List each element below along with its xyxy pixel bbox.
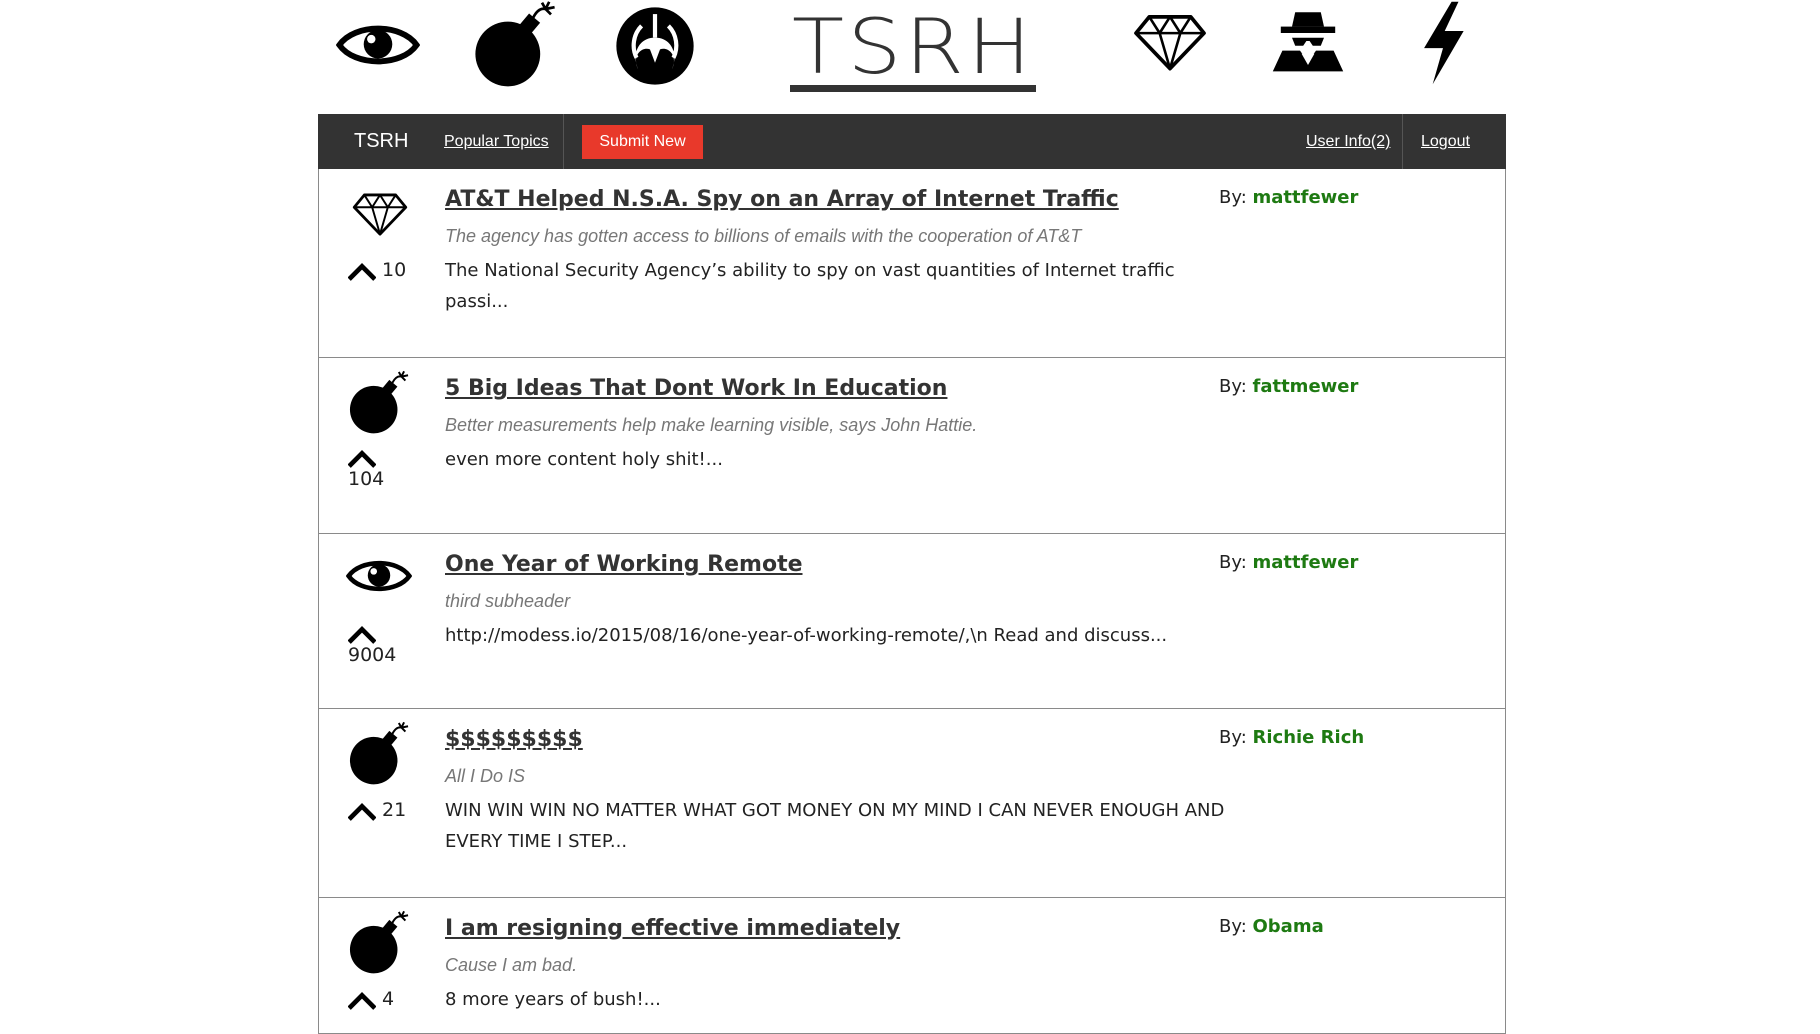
navbar-brand[interactable]: TSRH (354, 130, 408, 153)
author-link[interactable]: Richie Rich (1253, 727, 1365, 748)
upvote-arrow-icon[interactable] (348, 801, 376, 821)
post-item: 4 I am resigning effective immediately C… (318, 898, 1506, 1028)
spy-icon (1268, 8, 1348, 74)
vote-count: 10 (382, 259, 407, 281)
author-link[interactable]: Obama (1253, 916, 1324, 937)
by-label: By: (1219, 376, 1247, 397)
vote-control: 4 (348, 988, 394, 1010)
vote-count: 9004 (348, 644, 397, 666)
user-info-link[interactable]: User Info(2) (1306, 133, 1390, 151)
vote-control: 104 (348, 448, 384, 490)
author-link[interactable]: mattfewer (1253, 552, 1359, 573)
vote-control: 21 (348, 799, 406, 821)
logo-text: TSRH (791, 2, 1035, 91)
post-title-link[interactable]: I am resigning effective immediately (445, 916, 900, 941)
post-excerpt: http://modess.io/2015/08/16/one-year-of-… (445, 625, 1168, 646)
vote-count: 21 (382, 799, 407, 821)
by-label: By: (1219, 552, 1247, 573)
author-link[interactable]: fattmewer (1253, 376, 1359, 397)
navbar-divider (1402, 114, 1403, 169)
post-excerpt: 8 more years of bush!... (445, 989, 661, 1010)
post-item: 104 5 Big Ideas That Dont Work In Educat… (318, 358, 1506, 534)
post-subtitle: Cause I am bad. (445, 955, 578, 975)
post-item: 10 AT&T Helped N.S.A. Spy on an Array of… (318, 169, 1506, 358)
post-excerpt: even more content holy shit!... (445, 449, 723, 470)
navbar-divider (563, 114, 564, 169)
bomb-icon (346, 370, 412, 436)
upvote-arrow-icon[interactable] (348, 448, 376, 468)
diamond-icon (352, 191, 408, 237)
site-logo[interactable]: TSRH (788, 6, 1038, 92)
post-excerpt: WIN WIN WIN NO MATTER WHAT GOT MONEY ON … (445, 800, 1225, 852)
bomb-icon (470, 0, 560, 90)
post-subtitle: The agency has gotten access to billions… (445, 226, 1082, 246)
bomb-icon (346, 910, 412, 976)
by-label: By: (1219, 187, 1247, 208)
popular-topics-link[interactable]: Popular Topics (444, 133, 549, 151)
upvote-arrow-icon[interactable] (348, 990, 376, 1010)
upvote-arrow-icon[interactable] (348, 624, 376, 644)
post-excerpt: The National Security Agency’s ability t… (445, 260, 1175, 312)
vote-control: 9004 (348, 624, 396, 666)
post-author: By: Richie Rich (1219, 727, 1364, 748)
post-item: 9004 One Year of Working Remote third su… (318, 534, 1506, 709)
submit-new-button[interactable]: Submit New (582, 125, 703, 159)
navbar: TSRH Popular Topics Submit New User Info… (318, 114, 1506, 169)
header-banner: TSRH (0, 0, 1820, 112)
bomb-icon (346, 721, 412, 787)
logo-underline (790, 85, 1036, 92)
post-author: By: Obama (1219, 916, 1324, 937)
post-author: By: mattfewer (1219, 552, 1358, 573)
post-item: 21 $$$$$$$$$ All I Do IS WIN WIN WIN NO … (318, 709, 1506, 898)
post-author: By: fattmewer (1219, 376, 1358, 397)
by-label: By: (1219, 727, 1247, 748)
vote-control: 10 (348, 259, 406, 281)
post-subtitle: third subheader (445, 591, 571, 611)
eye-icon (346, 554, 412, 598)
diamond-icon (1133, 12, 1207, 72)
upvote-arrow-icon[interactable] (348, 261, 376, 281)
lightning-icon (1416, 0, 1470, 86)
logout-link[interactable]: Logout (1421, 133, 1470, 151)
author-link[interactable]: mattfewer (1253, 187, 1359, 208)
vote-count: 104 (348, 468, 385, 490)
post-title-link[interactable]: One Year of Working Remote (445, 552, 803, 577)
rebel-alliance-icon (613, 4, 697, 88)
post-title-link[interactable]: 5 Big Ideas That Dont Work In Education (445, 376, 947, 401)
by-label: By: (1219, 916, 1247, 937)
post-subtitle: Better measurements help make learning v… (445, 415, 978, 435)
post-author: By: mattfewer (1219, 187, 1358, 208)
post-title-link[interactable]: $$$$$$$$$ (445, 727, 583, 752)
post-title-link[interactable]: AT&T Helped N.S.A. Spy on an Array of In… (445, 187, 1119, 212)
vote-count: 4 (382, 988, 395, 1010)
post-subtitle: All I Do IS (445, 766, 526, 786)
eye-icon (336, 18, 420, 72)
